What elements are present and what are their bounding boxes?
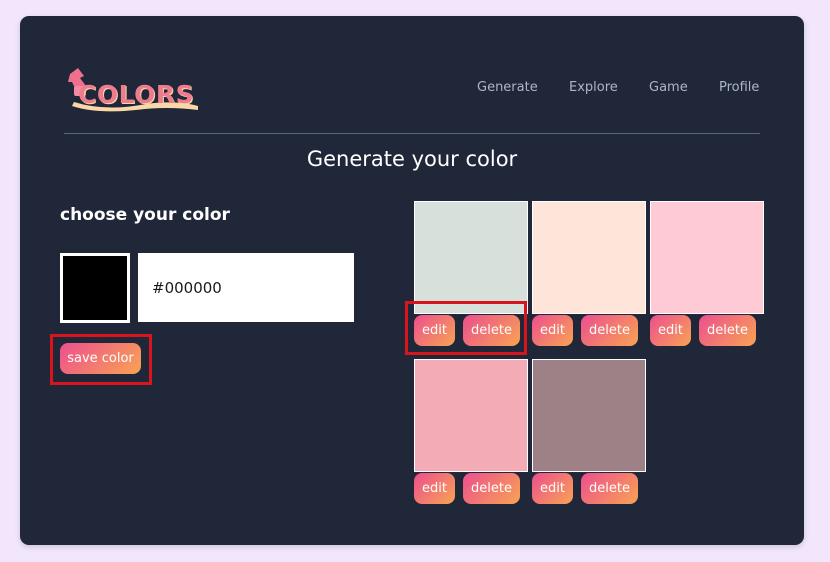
header-divider (64, 133, 760, 134)
hex-color-input[interactable] (138, 253, 354, 322)
picker-heading: choose your color (60, 205, 230, 225)
save-color-highlight (50, 334, 152, 385)
edit-button[interactable]: edit (650, 315, 691, 346)
saved-color-swatch (414, 201, 528, 314)
colors-logo[interactable]: COLORS (66, 68, 202, 112)
delete-button[interactable]: delete (581, 315, 638, 346)
logo-text: COLORS (78, 80, 195, 109)
saved-color-swatch (532, 201, 646, 314)
edit-button[interactable]: edit (532, 473, 573, 504)
edit-button[interactable]: edit (414, 473, 455, 504)
delete-button[interactable]: delete (699, 315, 756, 346)
edit-delete-highlight (405, 301, 527, 355)
delete-button[interactable]: delete (463, 473, 520, 504)
nav-generate[interactable]: Generate (477, 80, 538, 96)
nav-game[interactable]: Game (649, 80, 688, 96)
saved-color-swatch (532, 359, 646, 472)
delete-button[interactable]: delete (581, 473, 638, 504)
edit-button[interactable]: edit (532, 315, 573, 346)
nav-explore[interactable]: Explore (569, 80, 618, 96)
saved-color-swatch (650, 201, 764, 314)
color-preview-swatch[interactable] (60, 253, 130, 323)
saved-color-swatch (414, 359, 528, 472)
nav-profile[interactable]: Profile (719, 80, 759, 96)
page-title: Generate your color (306, 147, 518, 171)
